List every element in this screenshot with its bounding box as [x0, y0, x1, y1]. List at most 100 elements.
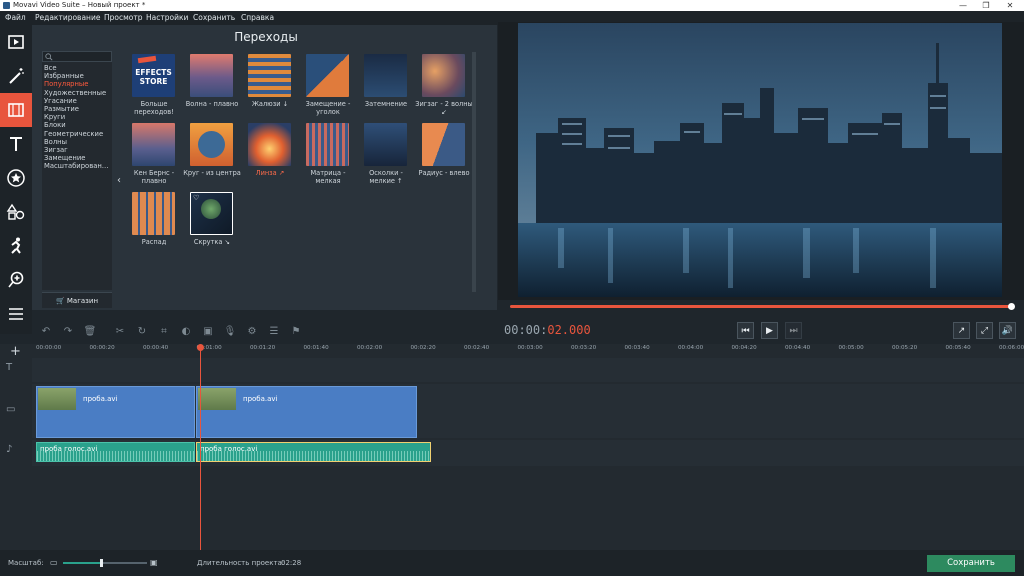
- category-item[interactable]: Геометрические: [44, 130, 109, 138]
- zoom-in-icon[interactable]: ▣: [150, 558, 158, 567]
- ruler-label: 00:01:40: [303, 345, 329, 351]
- transition-thumb[interactable]: [306, 54, 349, 97]
- shop-button[interactable]: 🛒 Магазин: [42, 292, 112, 308]
- video-clip[interactable]: проба.avi: [196, 386, 417, 438]
- transition-thumb[interactable]: [364, 123, 407, 166]
- category-item[interactable]: Замещение: [44, 154, 109, 162]
- category-item-selected[interactable]: Популярные: [44, 80, 109, 88]
- callouts-tool[interactable]: [0, 195, 32, 229]
- category-item[interactable]: Художественные: [44, 89, 109, 97]
- close-button[interactable]: ✕: [998, 0, 1022, 11]
- timecode-gray: 00:00:: [504, 323, 548, 337]
- crop-icon: ⌗: [161, 325, 167, 337]
- category-item[interactable]: Размытие: [44, 105, 109, 113]
- equalizer-button[interactable]: ☰: [266, 323, 282, 339]
- transition-thumb[interactable]: [422, 123, 465, 166]
- volume-button[interactable]: 🔊: [999, 322, 1016, 339]
- titles-tool[interactable]: [0, 127, 32, 161]
- timeline-ruler[interactable]: 00:00:00 00:00:20 00:00:40 00:01:00 00:01:20…: [0, 344, 1024, 356]
- category-search-input[interactable]: [42, 51, 112, 62]
- transition-thumb[interactable]: [306, 123, 349, 166]
- transition-thumb[interactable]: [422, 54, 465, 97]
- playhead[interactable]: [197, 344, 204, 550]
- clip-properties-button[interactable]: ⚙: [244, 323, 260, 339]
- playhead-handle[interactable]: [197, 344, 204, 351]
- crop-button[interactable]: ⌗: [156, 323, 172, 339]
- ruler-label: 00:02:20: [410, 345, 436, 351]
- trash-icon: 🗑: [83, 325, 97, 337]
- menu-file[interactable]: Файл: [5, 11, 26, 25]
- preview-seekbar[interactable]: [498, 300, 1024, 314]
- export-popout-button[interactable]: ↗: [953, 322, 970, 339]
- category-item[interactable]: Избранные: [44, 72, 109, 80]
- transition-thumb[interactable]: [190, 123, 233, 166]
- running-man-icon: [11, 237, 21, 254]
- transition-thumb[interactable]: [190, 54, 233, 97]
- zoom-out-icon[interactable]: ▭: [50, 558, 58, 567]
- more-tools[interactable]: [0, 297, 32, 331]
- zoom-slider[interactable]: [63, 559, 147, 567]
- favorite-heart-icon[interactable]: ♡: [193, 194, 199, 202]
- minimize-button[interactable]: —: [951, 0, 975, 11]
- transition-thumb-selected[interactable]: ♡: [190, 192, 233, 235]
- store-line-2: STORE: [139, 77, 168, 86]
- microphone-icon: 🎙: [223, 325, 237, 337]
- transition-thumb[interactable]: [364, 54, 407, 97]
- zoom-tool[interactable]: [0, 263, 32, 297]
- animation-tool[interactable]: [0, 229, 32, 263]
- rotate-icon: ↻: [137, 325, 147, 337]
- category-item[interactable]: Блоки: [44, 121, 109, 129]
- next-frame-button[interactable]: ⏭: [785, 322, 802, 339]
- category-item[interactable]: Угасание: [44, 97, 109, 105]
- rotate-button[interactable]: ↻: [134, 323, 150, 339]
- menu-edit[interactable]: Редактирование: [35, 11, 100, 25]
- stickers-tool[interactable]: [0, 161, 32, 195]
- menu-save[interactable]: Сохранить: [193, 11, 235, 25]
- menu-settings[interactable]: Настройки: [146, 11, 188, 25]
- play-button[interactable]: ▶: [761, 322, 778, 339]
- crop-frame-button[interactable]: ▣: [200, 323, 216, 339]
- category-item[interactable]: Волны: [44, 138, 109, 146]
- cut-button[interactable]: ✂: [112, 323, 128, 339]
- category-item[interactable]: Масштабирован…: [44, 162, 109, 170]
- audio-clip[interactable]: проба голос.avi: [36, 442, 195, 462]
- menu-view[interactable]: Просмотр: [104, 11, 143, 25]
- record-voice-button[interactable]: 🎙: [222, 323, 238, 339]
- transition-thumb-store[interactable]: EFFECTS STORE: [132, 54, 175, 97]
- panel-scrollbar[interactable]: [472, 52, 476, 292]
- seek-handle[interactable]: [1008, 303, 1015, 310]
- save-button[interactable]: Сохранить: [927, 555, 1015, 572]
- transition-thumb[interactable]: [132, 192, 175, 235]
- speaker-icon: 🔊: [1001, 325, 1014, 336]
- add-track-button[interactable]: +: [10, 344, 42, 359]
- title-track[interactable]: [32, 358, 1024, 382]
- fullscreen-button[interactable]: ⤢: [976, 322, 993, 339]
- color-adjust-button[interactable]: ◐: [178, 323, 194, 339]
- category-item[interactable]: Все: [44, 64, 109, 72]
- redo-button[interactable]: ↷: [60, 323, 76, 339]
- video-clip[interactable]: проба.avi: [36, 386, 195, 438]
- film-icon: [8, 35, 24, 49]
- undo-button[interactable]: ↶: [38, 323, 54, 339]
- timecode: 00:00:02.000: [504, 323, 591, 337]
- transition-thumb[interactable]: [132, 123, 175, 166]
- circle-shape: [198, 131, 225, 158]
- category-item[interactable]: Круги: [44, 113, 109, 121]
- zoom-slider-handle[interactable]: [99, 559, 103, 567]
- clip-name: проба.avi: [243, 395, 278, 403]
- marker-button[interactable]: ⚑: [288, 323, 304, 339]
- filters-tool[interactable]: [0, 59, 32, 93]
- menu-help[interactable]: Справка: [241, 11, 274, 25]
- transition-thumb[interactable]: [248, 123, 291, 166]
- delete-button[interactable]: 🗑: [82, 323, 98, 339]
- transition-label-highlighted: Линза ↗: [255, 169, 285, 177]
- maximize-button[interactable]: ❐: [974, 0, 998, 11]
- audio-clip-selected[interactable]: проба голос.avi: [196, 442, 431, 462]
- media-import-tool[interactable]: [0, 25, 32, 59]
- transitions-tool[interactable]: [0, 93, 32, 127]
- transition-thumb[interactable]: [248, 54, 291, 97]
- frame-icon: ▣: [203, 325, 213, 337]
- preview-image: [518, 23, 1002, 297]
- category-item[interactable]: Зигзаг: [44, 146, 109, 154]
- previous-frame-button[interactable]: ⏮: [737, 322, 754, 339]
